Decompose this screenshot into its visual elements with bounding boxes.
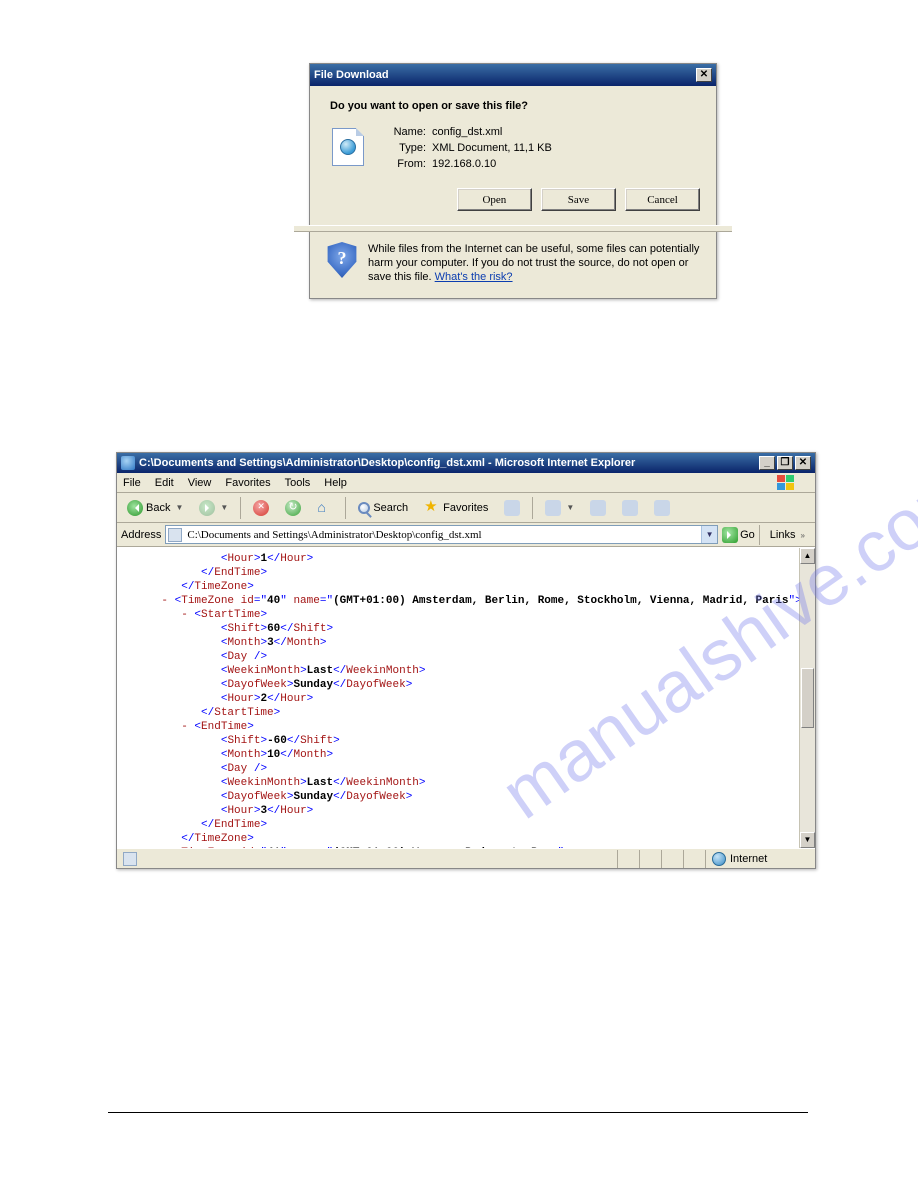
shield-icon [326,242,358,278]
back-button[interactable]: Back▼ [121,496,189,520]
go-button[interactable]: Go [722,527,755,543]
xml-view[interactable]: <Hour>1</Hour> </EndTime> </TimeZone> - … [117,548,815,848]
close-icon[interactable]: ✕ [795,456,811,470]
home-button[interactable]: ⌂ [311,496,339,520]
forward-icon [199,500,215,516]
cancel-button[interactable]: Cancel [625,188,700,211]
ie-title: C:\Documents and Settings\Administrator\… [139,457,757,469]
ie-app-icon [121,456,135,470]
dialog-title: File Download [314,69,696,81]
messenger-icon [654,500,670,516]
print-button[interactable] [584,496,612,520]
home-icon: ⌂ [317,500,333,516]
messenger-button[interactable] [648,496,676,520]
globe-icon [712,852,726,866]
type-label: Type: [380,142,426,154]
ie-window: C:\Documents and Settings\Administrator\… [116,452,816,869]
address-input[interactable] [185,528,715,542]
dialog-prompt: Do you want to open or save this file? [326,100,700,112]
risk-link[interactable]: What's the risk? [435,271,513,283]
from-value: 192.168.0.10 [432,158,496,170]
stop-icon [253,500,269,516]
dialog-divider [294,225,732,232]
file-download-dialog: File Download ✕ Do you want to open or s… [309,63,717,299]
forward-button[interactable]: ▼ [193,496,234,520]
name-value: config_dst.xml [432,126,502,138]
file-type-icon [332,128,364,166]
edit-button[interactable] [616,496,644,520]
edit-icon [622,500,638,516]
menu-tools[interactable]: Tools [285,477,311,489]
from-label: From: [380,158,426,170]
toolbar-divider [532,497,533,519]
mail-icon [545,500,561,516]
zone-label: Internet [730,853,767,865]
history-button[interactable] [498,496,526,520]
maximize-icon[interactable]: ❐ [777,456,793,470]
type-value: XML Document, 11,1 KB [432,142,552,154]
refresh-button[interactable] [279,496,307,520]
star-icon: ★ [424,500,440,516]
close-icon[interactable]: ✕ [696,68,712,82]
links-button[interactable]: Links » [764,529,811,541]
windows-flag-icon [777,475,795,491]
scrollbar-thumb[interactable] [801,668,814,728]
status-bar: Internet [117,848,815,868]
chevron-down-icon[interactable]: ▼ [220,503,228,512]
history-icon [504,500,520,516]
page-footer-rule [108,1112,808,1113]
menu-help[interactable]: Help [324,477,347,489]
dialog-titlebar[interactable]: File Download ✕ [310,64,716,86]
menu-favorites[interactable]: Favorites [225,477,270,489]
name-label: Name: [380,126,426,138]
save-button[interactable]: Save [541,188,616,211]
menu-edit[interactable]: Edit [155,477,174,489]
search-icon [358,502,370,514]
refresh-icon [285,500,301,516]
address-bar: Address ▼ Go Links » [117,523,815,547]
go-icon [722,527,738,543]
address-label: Address [121,529,161,541]
page-status-icon [123,852,137,866]
toolbar-divider [759,525,760,545]
warning-text: While files from the Internet can be use… [368,242,700,284]
content-pane: <Hour>1</Hour> </EndTime> </TimeZone> - … [117,547,815,848]
chevron-down-icon[interactable]: ▼ [701,526,717,543]
page-icon [168,528,182,542]
menu-bar: File Edit View Favorites Tools Help [117,473,815,493]
toolbar-divider [345,497,346,519]
minimize-icon[interactable]: _ [759,456,775,470]
chevron-down-icon[interactable]: ▼ [175,503,183,512]
scroll-up-icon[interactable]: ▲ [800,548,815,564]
search-button[interactable]: Search [352,496,414,520]
address-combobox[interactable]: ▼ [165,525,718,544]
open-button[interactable]: Open [457,188,532,211]
toolbar: Back▼ ▼ ⌂ Search ★Favorites ▼ [117,493,815,523]
stop-button[interactable] [247,496,275,520]
favorites-button[interactable]: ★Favorites [418,496,494,520]
chevron-down-icon[interactable]: ▼ [566,503,574,512]
print-icon [590,500,606,516]
toolbar-divider [240,497,241,519]
vertical-scrollbar[interactable]: ▲ ▼ [799,548,815,848]
mail-button[interactable]: ▼ [539,496,580,520]
ie-titlebar[interactable]: C:\Documents and Settings\Administrator\… [117,453,815,473]
back-icon [127,500,143,516]
menu-view[interactable]: View [188,477,212,489]
scroll-down-icon[interactable]: ▼ [800,832,815,848]
menu-file[interactable]: File [123,477,141,489]
